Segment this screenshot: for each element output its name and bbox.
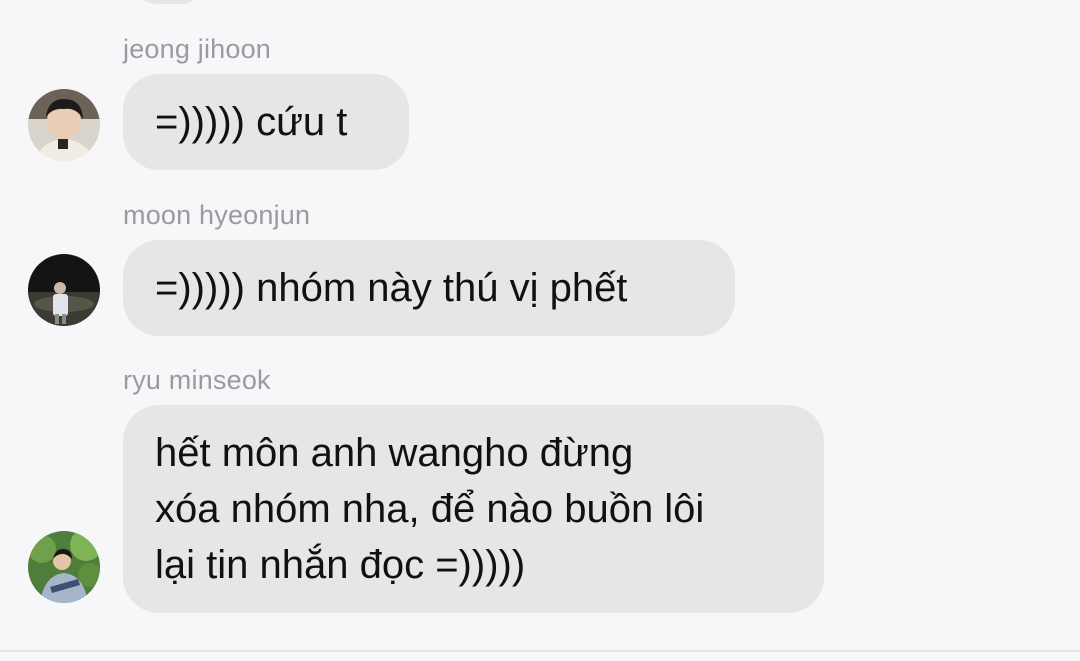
message-text-line: lại tin nhắn đọc =))))) xyxy=(155,543,526,587)
message-text: =))))) nhóm này thú vị phết xyxy=(155,266,628,310)
avatar-photo-icon xyxy=(28,254,100,326)
message-bubble[interactable]: =))))) nhóm này thú vị phết xyxy=(123,240,735,336)
message-text-line: hết môn anh wangho đừng xyxy=(155,431,634,475)
avatar-moon-hyeonjun[interactable] xyxy=(28,254,100,326)
composer-divider xyxy=(0,650,1080,652)
avatar-photo-icon xyxy=(28,531,100,603)
avatar-photo-icon xyxy=(28,89,100,161)
message-bubble[interactable]: hết môn anh wangho đừng xóa nhóm nha, để… xyxy=(123,405,824,613)
sender-name: jeong jihoon xyxy=(123,34,272,64)
message-text-line: xóa nhóm nha, để nào buồn lôi xyxy=(155,487,705,531)
sender-name: moon hyeonjun xyxy=(123,200,311,230)
avatar-ryu-minseok[interactable] xyxy=(28,531,100,603)
previous-message-bubble xyxy=(130,0,208,4)
sender-name: ryu minseok xyxy=(123,365,271,395)
avatar-jeong-jihoon[interactable] xyxy=(28,89,100,161)
message-text: =))))) cứu t xyxy=(155,100,348,144)
message-bubble[interactable]: =))))) cứu t xyxy=(123,74,409,170)
